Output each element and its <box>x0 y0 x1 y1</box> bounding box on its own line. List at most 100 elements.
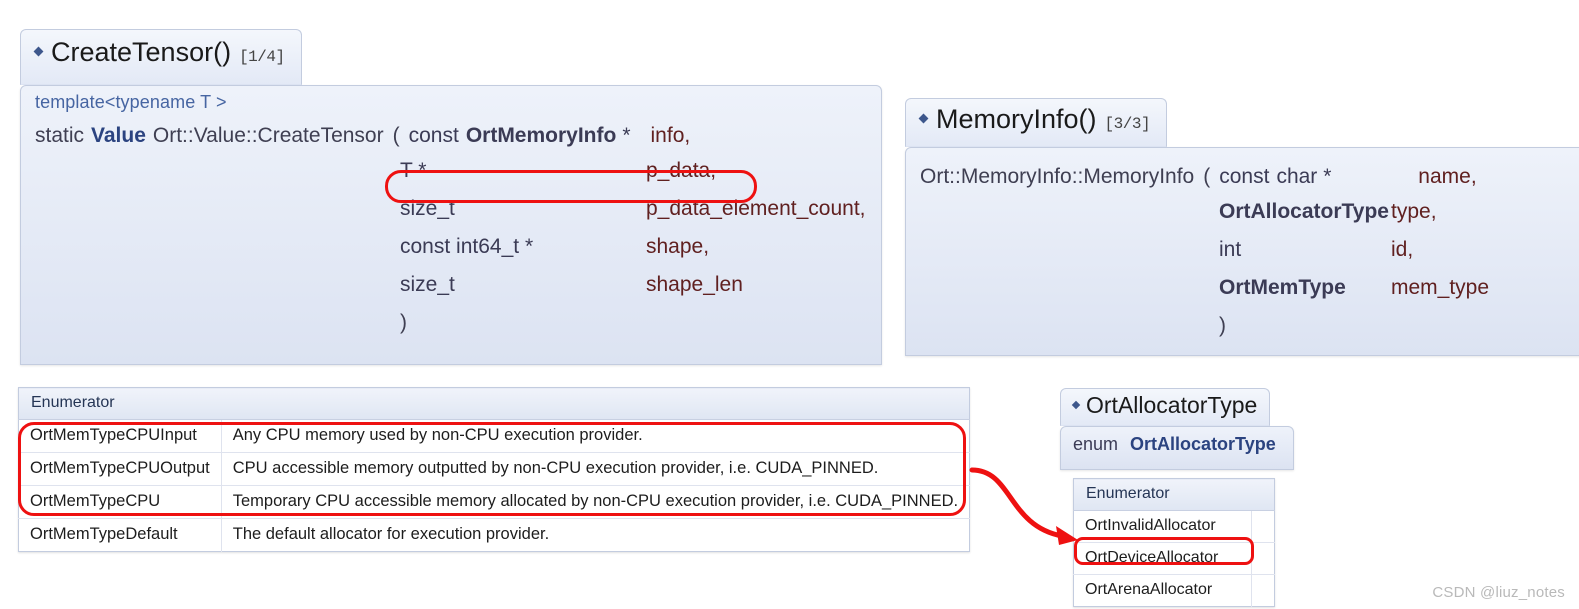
mi-param-row-3: OrtMemType mem_type <box>1219 277 1489 315</box>
param-0-type: OrtMemoryInfo <box>465 124 617 147</box>
mi-param-1-name: type, <box>1391 200 1437 223</box>
table-row[interactable]: OrtMemTypeCPUOutput CPU accessible memor… <box>18 452 970 486</box>
mi-param-1-type: OrtAllocatorType <box>1219 200 1389 223</box>
param-row-4: size_t shape_len <box>400 274 866 312</box>
param-4-type: size_t <box>400 273 455 296</box>
ort-allocator-type-title-text: OrtAllocatorType <box>1086 392 1258 418</box>
ort-allocator-type-member-panel: enum OrtAllocatorType OrtAllocatorType <box>1060 388 1294 470</box>
param-0-ptr: * <box>622 124 631 147</box>
table-row[interactable]: OrtDeviceAllocator <box>1073 542 1275 575</box>
memory-info-qualified-name: Ort::MemoryInfo::MemoryInfo <box>920 165 1195 188</box>
enum-desc-cell: CPU accessible memory outputted by non-C… <box>221 452 970 486</box>
table-row[interactable]: OrtInvalidAllocator <box>1073 510 1275 543</box>
memory-info-title-text: MemoryInfo() <box>936 104 1097 134</box>
close-paren: ) <box>400 311 407 334</box>
param-row-1: T * p_data, <box>400 160 866 198</box>
memory-info-title[interactable]: MemoryInfo() [3/3] <box>905 98 1168 147</box>
param-2-type: size_t <box>400 197 455 220</box>
close-paren-row: ) <box>400 312 866 346</box>
create-tensor-title-text: CreateTensor() <box>51 37 232 67</box>
open-paren: ( <box>392 124 400 147</box>
mi-param-0-type: char <box>1276 165 1318 188</box>
param-3-name: shape, <box>646 235 710 258</box>
param-0-name: info, <box>650 124 691 147</box>
qualified-function-name: Ort::Value::CreateTensor <box>152 124 384 147</box>
mem-type-table-head: Enumerator <box>18 387 970 420</box>
memory-info-param-continuation: OrtAllocatorType type, int id, OrtMemTyp… <box>1219 201 1489 345</box>
allocator-table-header-enumerator: Enumerator <box>1073 478 1275 511</box>
create-tensor-param-continuation: T * p_data, size_t p_data_element_count,… <box>400 160 866 346</box>
enum-desc-cell <box>1251 574 1275 607</box>
allocator-table-body: OrtInvalidAllocator OrtDeviceAllocator O… <box>1073 510 1275 607</box>
diamond-bullet-icon <box>1071 400 1081 410</box>
param-3-ptr: * <box>524 235 534 258</box>
param-3-type: int64_t <box>456 235 520 258</box>
enum-desc-cell: Temporary CPU accessible memory allocate… <box>221 485 970 519</box>
create-tensor-signature: static Value Ort::Value::CreateTensor ( … <box>21 123 881 368</box>
mem-type-table-header-enumerator: Enumerator <box>18 387 970 420</box>
ort-allocator-type-title[interactable]: OrtAllocatorType <box>1060 388 1271 426</box>
mi-param-0-ptr: * <box>1323 165 1332 188</box>
table-row[interactable]: OrtMemTypeCPUInput Any CPU memory used b… <box>18 419 970 453</box>
create-tensor-title[interactable]: CreateTensor() [1/4] <box>20 29 302 85</box>
enum-name-cell: OrtMemTypeCPUInput <box>18 419 222 453</box>
memory-info-member-panel: Ort::MemoryInfo::MemoryInfo ( const char… <box>905 98 1579 356</box>
enum-name-cell: OrtMemTypeCPU <box>18 485 222 519</box>
diamond-bullet-icon <box>918 113 929 124</box>
allocator-enumerator-table: Enumerator OrtInvalidAllocator OrtDevice… <box>1073 478 1275 607</box>
enum-keyword: enum <box>1073 434 1119 454</box>
mi-param-0-name: name, <box>1418 165 1477 188</box>
mem-type-header-row: Enumerator <box>18 387 970 420</box>
table-row[interactable]: OrtArenaAllocator <box>1073 574 1275 607</box>
table-row[interactable]: OrtMemTypeDefault The default allocator … <box>18 518 970 552</box>
create-tensor-param-table: static Value Ort::Value::CreateTensor ( … <box>35 125 690 146</box>
signature-first-line: static Value Ort::Value::CreateTensor ( … <box>35 125 690 146</box>
create-tensor-proto: template<typename T > static Value Ort::… <box>20 85 882 365</box>
ort-allocator-type-signature: enum OrtAllocatorType <box>1061 427 1293 455</box>
param-4-name: shape_len <box>646 273 743 296</box>
param-3-qualifier: const <box>400 235 451 258</box>
memory-info-close-paren: ) <box>1219 314 1226 337</box>
param-0-qualifier: const <box>408 124 459 147</box>
param-row-3: const int64_t * shape, <box>400 236 866 274</box>
create-tensor-member-panel: template<typename T > static Value Ort::… <box>20 29 882 365</box>
mem-type-enumerator-table: Enumerator OrtMemTypeCPUInput Any CPU me… <box>18 387 971 552</box>
enum-name-cell: OrtDeviceAllocator <box>1073 542 1252 575</box>
mi-param-row-2: int id, <box>1219 239 1489 277</box>
enum-name-cell: OrtInvalidAllocator <box>1073 510 1252 543</box>
memory-info-signature: Ort::MemoryInfo::MemoryInfo ( const char… <box>906 148 1579 367</box>
diamond-bullet-icon <box>33 46 44 57</box>
param-1-name: p_data, <box>646 159 717 182</box>
memory-info-permalink[interactable]: [3/3] <box>1105 115 1151 133</box>
create-tensor-permalink[interactable]: [1/4] <box>239 48 285 66</box>
memory-info-first-line: Ort::MemoryInfo::MemoryInfo ( const char… <box>920 166 1477 187</box>
table-row[interactable]: OrtMemTypeCPU Temporary CPU accessible m… <box>18 485 970 519</box>
param-1-ptr: * <box>418 159 427 182</box>
ort-allocator-type-proto: enum OrtAllocatorType <box>1060 426 1294 470</box>
mi-param-2-type: int <box>1219 238 1242 261</box>
mi-param-3-type: OrtMemType <box>1219 276 1346 299</box>
mi-close-paren-row: ) <box>1219 315 1489 345</box>
enum-desc-cell: Any CPU memory used by non-CPU execution… <box>221 419 970 453</box>
mi-param-row-1: OrtAllocatorType type, <box>1219 201 1489 239</box>
create-tensor-template-line: template<typename T > <box>35 92 227 112</box>
enum-desc-cell <box>1251 510 1275 543</box>
return-type: Value <box>91 124 146 147</box>
mem-type-table-body: OrtMemTypeCPUInput Any CPU memory used b… <box>18 419 970 552</box>
mi-param-2-name: id, <box>1391 238 1414 261</box>
enum-name-cell: OrtMemTypeCPUOutput <box>18 452 222 486</box>
enum-name-cell: OrtMemTypeDefault <box>18 518 222 552</box>
enum-desc-cell: The default allocator for execution prov… <box>221 518 970 552</box>
memory-info-open-paren: ( <box>1203 165 1211 188</box>
memory-info-param-table: Ort::MemoryInfo::MemoryInfo ( const char… <box>920 166 1477 187</box>
enum-name-cell: OrtArenaAllocator <box>1073 574 1252 607</box>
watermark-text: CSDN @liuz_notes <box>1432 584 1565 601</box>
param-row-2: size_t p_data_element_count, <box>400 198 866 236</box>
allocator-table-head: Enumerator <box>1073 478 1275 511</box>
enum-desc-cell <box>1251 542 1275 575</box>
mi-param-0-qualifier: const <box>1219 165 1270 188</box>
param-2-name: p_data_element_count, <box>646 197 866 220</box>
memory-info-proto: Ort::MemoryInfo::MemoryInfo ( const char… <box>905 147 1579 356</box>
enum-type-name: OrtAllocatorType <box>1130 434 1276 454</box>
allocator-header-row: Enumerator <box>1073 478 1275 511</box>
